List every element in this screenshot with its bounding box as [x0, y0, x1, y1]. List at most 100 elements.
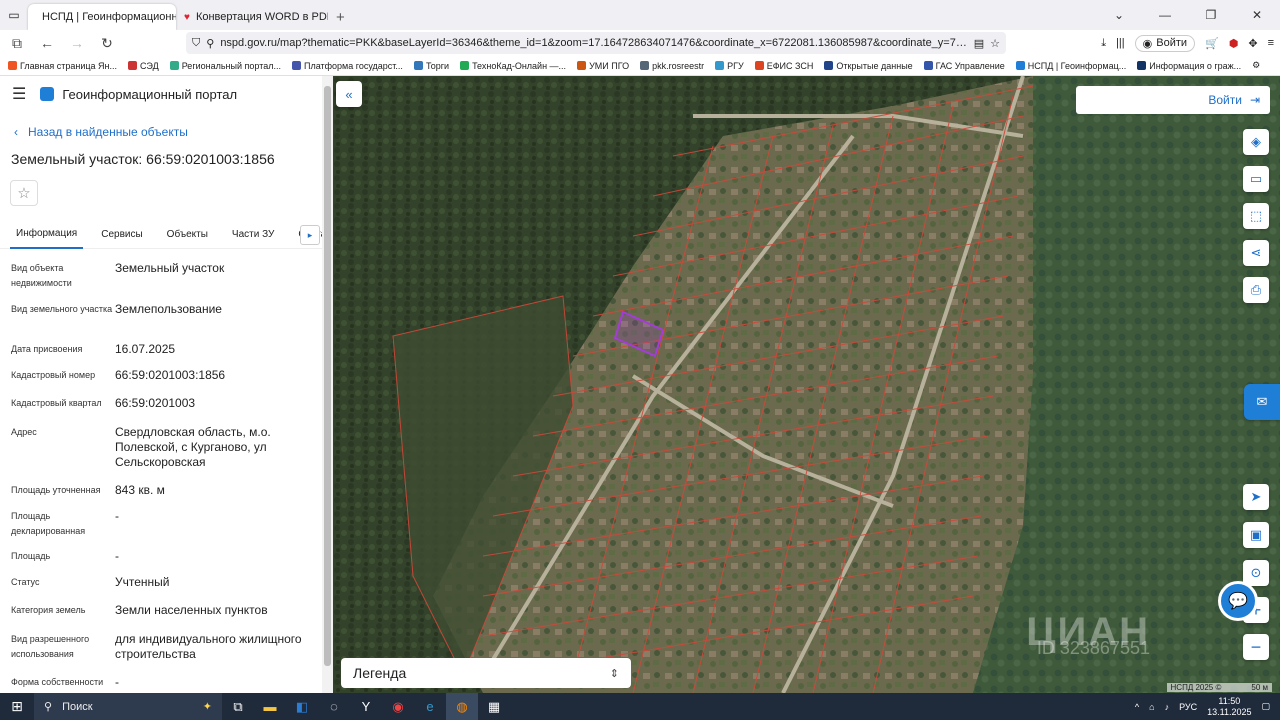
terminal-icon[interactable]: ▦ [478, 693, 510, 720]
select-area-button[interactable]: ⬚ [1243, 203, 1269, 229]
volume-icon[interactable]: ♪ [1165, 702, 1170, 712]
chrome-icon[interactable]: ◉ [382, 693, 414, 720]
import-icon[interactable]: ⧉ [6, 32, 28, 54]
close-window-icon[interactable]: ✕ [1234, 0, 1280, 30]
tab-title: НСПД | Геоинформационный [42, 11, 176, 23]
bookmark-item[interactable]: ЕФИС ЗСН [754, 61, 813, 71]
property-key: Форма собственности [11, 677, 104, 687]
library-icon[interactable]: ||| [1116, 37, 1125, 49]
bookmark-item[interactable]: РГУ [715, 61, 744, 71]
legend-dropdown[interactable]: Легенда ⇕ [341, 658, 631, 688]
print-button[interactable]: ⎙ [1243, 277, 1269, 303]
geolocation-button[interactable]: ➤ [1243, 484, 1269, 510]
property-key: Площадь уточненная [11, 485, 101, 495]
tab-word-pdf[interactable]: ♥ Конвертация WORD в PDF. До ✕ [176, 4, 328, 30]
chat-button[interactable]: 💬 [1218, 581, 1258, 621]
download-icon[interactable]: ⤓ [1101, 37, 1106, 50]
bookmark-item[interactable]: СЭД [128, 61, 159, 71]
layers-button[interactable]: ◈ [1243, 129, 1269, 155]
bookmark-favicon-icon [169, 61, 179, 70]
restore-icon[interactable]: ❐ [1188, 0, 1234, 30]
taskbar-search[interactable]: ⚲ Поиск ✦ [34, 693, 222, 720]
task-view-icon[interactable]: ⧉ [222, 693, 254, 720]
menu-icon[interactable]: ≡ [1268, 37, 1274, 49]
yandex-browser-icon[interactable]: Y [350, 693, 382, 720]
network-icon[interactable]: ⌂ [1149, 702, 1154, 712]
windows-start-icon[interactable]: ⊞ [0, 693, 34, 720]
select-area-icon: ⬚ [1249, 208, 1263, 223]
navigation-arrow-icon: ➤ [1250, 489, 1262, 504]
property-row: Вид объекта недвижимости Земельный участо… [11, 261, 322, 302]
property-key: Вид объекта недвижимости [11, 263, 72, 288]
back-arrow-icon[interactable]: ← [36, 32, 58, 54]
bookmark-star-icon[interactable]: ☆ [990, 37, 1000, 50]
firefox-icon[interactable]: ◍ [446, 693, 478, 720]
map-login-button[interactable]: Войти ⇥ [1076, 86, 1270, 114]
tabs-scroll-right-icon[interactable]: ▸ [300, 225, 320, 245]
tab-parts[interactable]: Части ЗУ [226, 221, 280, 249]
bookmark-item[interactable]: НСПД | Геоинформац... [1015, 61, 1126, 71]
bookmark-item[interactable]: pkk.rosreestr [640, 61, 704, 71]
tray-chevron-up-icon[interactable]: ^ [1135, 702, 1139, 712]
bookmark-favicon-icon [1015, 61, 1025, 70]
site-info-icon[interactable]: ⚲ [206, 37, 214, 50]
chevron-down-icon[interactable]: ⌄ [1096, 0, 1142, 30]
bookmark-globe-icon[interactable]: ⚙ [1252, 60, 1260, 71]
reload-icon[interactable]: ↻ [96, 32, 118, 54]
panel-scrollbar[interactable] [322, 76, 333, 693]
app-icon[interactable]: ◌ [318, 693, 350, 720]
bookmark-item[interactable]: Главная страница Ян... [8, 61, 117, 71]
notifications-icon[interactable]: ▢ [1261, 701, 1270, 712]
outlook-icon[interactable]: ◧ [286, 693, 318, 720]
tab-overview-icon[interactable]: ▭ [0, 0, 28, 30]
window-controls: ⌄ — ❐ ✕ [1096, 0, 1280, 30]
tab-services[interactable]: Сервисы [95, 221, 148, 249]
map-view[interactable]: « Войти ⇥ ◈ ▭ ⬚ ⋖ ⎙ ✉ ➤ ▣ ⊙ + − 💬 ЦИАН I… [333, 76, 1280, 693]
reader-icon[interactable]: ▤ [974, 37, 984, 50]
extension-red-icon[interactable]: ⬢ [1229, 37, 1239, 50]
bookmark-item[interactable]: Региональный портал... [169, 61, 281, 71]
bookmark-item[interactable]: Платформа государст... [291, 61, 403, 71]
tab-nspd[interactable]: НСПД | Геоинформационный ✕ [28, 4, 176, 30]
edge-icon[interactable]: e [414, 693, 446, 720]
bookmark-item[interactable]: ГАС Управление [923, 61, 1005, 71]
portal-brand[interactable]: Геоинформационный портал [40, 87, 237, 102]
language-indicator[interactable]: РУС [1179, 702, 1197, 712]
property-row: Вид земельного участка Землепользование [11, 302, 322, 342]
double-chevron-left-icon: « [345, 86, 353, 102]
clock[interactable]: 11:50 13.11.2025 [1207, 696, 1251, 718]
tab-objects[interactable]: Объекты [161, 221, 214, 249]
system-tray: ^ ⌂ ♪ РУС 11:50 13.11.2025 ▢ [1135, 696, 1280, 718]
signin-button[interactable]: ◉ Войти [1134, 34, 1196, 52]
bookmark-item[interactable]: Торги [413, 61, 449, 71]
file-explorer-icon[interactable]: ▬ [254, 693, 286, 720]
cian-watermark-id: ID 323867551 [1036, 638, 1150, 658]
back-to-results-link[interactable]: ‹ Назад в найденные объекты [14, 125, 322, 139]
ruler-button[interactable]: ▭ [1243, 166, 1269, 192]
new-tab-button[interactable]: + [328, 4, 354, 30]
chat-bubble-icon: 💬 [1228, 593, 1248, 610]
tab-information[interactable]: Информация [10, 221, 84, 249]
bookmark-item[interactable]: Открытые данные [824, 61, 913, 71]
share-button[interactable]: ⋖ [1243, 240, 1269, 266]
collapse-panel-button[interactable]: « [336, 81, 362, 107]
minimize-icon[interactable]: — [1142, 0, 1188, 30]
feedback-button[interactable]: ✉ [1244, 384, 1280, 420]
scrollbar-thumb[interactable] [324, 86, 331, 666]
print-icon: ⎙ [1250, 282, 1262, 297]
zoom-out-button[interactable]: − [1243, 634, 1269, 660]
url-bar[interactable]: ⛉ ⚲ nspd.gov.ru/map?thematic=PKK&baseLay… [186, 32, 1006, 54]
favorite-star-icon[interactable]: ☆ [10, 180, 38, 206]
cart-icon[interactable]: 🛒 [1205, 37, 1219, 50]
minimap-button[interactable]: ▣ [1243, 522, 1269, 548]
url-text: nspd.gov.ru/map?thematic=PKK&baseLayerId… [220, 37, 968, 49]
forward-arrow-icon[interactable]: → [66, 32, 88, 54]
object-title: Земельный участок: 66:59:0201003:1856 [11, 151, 275, 167]
property-value: 66:59:0201003:1856 [115, 368, 226, 382]
bookmark-item[interactable]: Информация о граж... [1137, 61, 1241, 71]
hamburger-menu-icon[interactable]: ☰ [12, 84, 26, 104]
copyright: НСПД 2025 © [1170, 683, 1222, 692]
bookmark-item[interactable]: УМИ ПГО [577, 61, 629, 71]
bookmark-item[interactable]: ТехноКад-Онлайн —... [460, 61, 566, 71]
extensions-icon[interactable]: ✥ [1248, 37, 1257, 50]
